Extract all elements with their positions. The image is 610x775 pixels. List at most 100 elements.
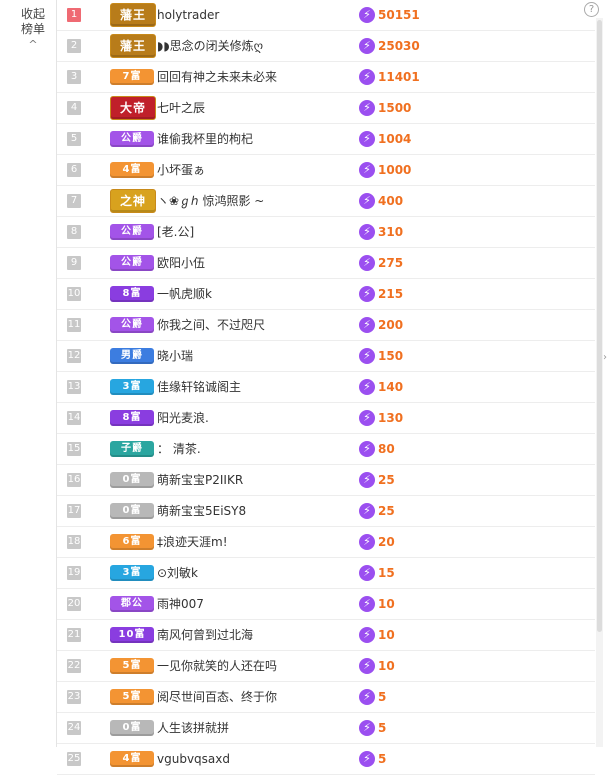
level-badge: 公爵 — [110, 131, 154, 147]
user-name[interactable]: 晓小瑞 — [157, 341, 352, 371]
contribution-value: 275 — [378, 256, 404, 270]
ranking-row[interactable]: 25 4富 vgubvqsaxd ⚡ 5 — [57, 744, 595, 775]
lightning-icon: ⚡ — [359, 720, 375, 736]
rank-number: 11 — [67, 318, 81, 332]
ranking-row[interactable]: 11 公爵 你我之间、不过咫尺 ⚡ 200 — [57, 310, 595, 341]
collapse-label-line1: 收起 — [20, 7, 45, 21]
user-name[interactable]: 佳缘轩铭诚阁主 — [157, 372, 352, 402]
level-badge: 10富 — [110, 627, 154, 643]
lightning-icon: ⚡ — [359, 596, 375, 612]
user-name[interactable]: 你我之间、不过咫尺 — [157, 310, 352, 340]
ranking-row[interactable]: 1 藩王 holytrader ⚡ 50151 — [57, 0, 595, 31]
ranking-row[interactable]: 5 公爵 谁偷我杯里的枸杞 ⚡ 1004 — [57, 124, 595, 155]
contribution-value: 1500 — [378, 101, 412, 115]
rank-number: 19 — [67, 566, 81, 580]
lightning-icon: ⚡ — [359, 410, 375, 426]
rank-number: 25 — [67, 752, 81, 766]
scrollbar-thumb[interactable] — [597, 20, 602, 632]
contribution-value: 10 — [378, 659, 395, 673]
ranking-row[interactable]: 18 6富 ‡浪迹天涯m! ⚡ 20 — [57, 527, 595, 558]
ranking-row[interactable]: 8 公爵 [老.公] ⚡ 310 — [57, 217, 595, 248]
ranking-row[interactable]: 4 大帝 七叶之辰 ⚡ 1500 — [57, 93, 595, 124]
ranking-row[interactable]: 3 7富 回回有神之未来未必来 ⚡ 11401 — [57, 62, 595, 93]
collapse-ranking-button[interactable]: 收起 榜单 ^ — [12, 7, 54, 50]
contribution-value: 10 — [378, 597, 395, 611]
ranking-row[interactable]: 19 3富 ⊙刘敏k ⚡ 15 — [57, 558, 595, 589]
user-name[interactable]: 萌新宝宝5EiSY8 — [157, 496, 352, 526]
user-name[interactable]: 七叶之辰 — [157, 93, 352, 123]
user-name[interactable]: vgubvqsaxd — [157, 744, 352, 774]
user-name[interactable]: 回回有神之未来未必来 — [157, 62, 352, 92]
chevron-up-icon: ^ — [28, 38, 38, 51]
ranking-row[interactable]: 21 10富 南风何曾到过北海 ⚡ 10 — [57, 620, 595, 651]
ranking-row[interactable]: 10 8富 一帆虎顺k ⚡ 215 — [57, 279, 595, 310]
lightning-icon: ⚡ — [359, 472, 375, 488]
user-name[interactable]: 雨神007 — [157, 589, 352, 619]
rank-number: 24 — [67, 721, 81, 735]
user-name[interactable]: [老.公] — [157, 217, 352, 247]
ranking-row[interactable]: 9 公爵 欧阳小伍 ⚡ 275 — [57, 248, 595, 279]
lightning-icon: ⚡ — [359, 224, 375, 240]
ranking-row[interactable]: 7 之神 ヽ❀ℊℎ 惊鸿照影 ~ ⚡ 400 — [57, 186, 595, 217]
user-name[interactable]: ◗◗思念の闭关修炼ღ — [157, 31, 352, 61]
rank-number: 4 — [67, 101, 81, 115]
level-badge: 0富 — [110, 503, 154, 519]
ranking-row[interactable]: 2 藩王 ◗◗思念の闭关修炼ღ ⚡ 25030 — [57, 31, 595, 62]
user-name[interactable]: ： 清茶. — [157, 434, 352, 464]
user-name[interactable]: 一帆虎顺k — [157, 279, 352, 309]
ranking-row[interactable]: 12 男爵 晓小瑞 ⚡ 150 — [57, 341, 595, 372]
user-name[interactable]: 欧阳小伍 — [157, 248, 352, 278]
ranking-row[interactable]: 16 0富 萌新宝宝P2IIKR ⚡ 25 — [57, 465, 595, 496]
contribution-value: 25 — [378, 473, 395, 487]
level-badge: 公爵 — [110, 224, 154, 240]
level-badge: 大帝 — [110, 96, 156, 120]
user-name[interactable]: 一见你就笑的人还在吗 — [157, 651, 352, 681]
contribution-value: 215 — [378, 287, 404, 301]
ranking-row[interactable]: 17 0富 萌新宝宝5EiSY8 ⚡ 25 — [57, 496, 595, 527]
ranking-row[interactable]: 6 4富 小坏蛋ぁ ⚡ 1000 — [57, 155, 595, 186]
user-name[interactable]: 阅尽世间百态、终于你 — [157, 682, 352, 712]
ranking-row[interactable]: 14 8富 阳光麦浪. ⚡ 130 — [57, 403, 595, 434]
user-name[interactable]: ヽ❀ℊℎ 惊鸿照影 ~ — [157, 186, 352, 216]
lightning-icon: ⚡ — [359, 38, 375, 54]
level-badge: 子爵 — [110, 441, 154, 457]
level-badge: 6富 — [110, 534, 154, 550]
user-name[interactable]: 谁偷我杯里的枸杞 — [157, 124, 352, 154]
rank-number: 16 — [67, 473, 81, 487]
contribution-value: 150 — [378, 349, 404, 363]
ranking-row[interactable]: 20 郡公 雨神007 ⚡ 10 — [57, 589, 595, 620]
user-name[interactable]: ‡浪迹天涯m! — [157, 527, 352, 557]
lightning-icon: ⚡ — [359, 255, 375, 271]
ranking-row[interactable]: 24 0富 人生该拼就拼 ⚡ 5 — [57, 713, 595, 744]
level-badge: 藩王 — [110, 3, 156, 27]
level-badge: 4富 — [110, 162, 154, 178]
ranking-row[interactable]: 22 5富 一见你就笑的人还在吗 ⚡ 10 — [57, 651, 595, 682]
rank-number: 6 — [67, 163, 81, 177]
contribution-value: 200 — [378, 318, 404, 332]
chevron-right-icon[interactable]: › — [603, 352, 607, 363]
lightning-icon: ⚡ — [359, 379, 375, 395]
level-badge: 4富 — [110, 751, 154, 767]
ranking-row[interactable]: 13 3富 佳缘轩铭诚阁主 ⚡ 140 — [57, 372, 595, 403]
user-name[interactable]: 小坏蛋ぁ — [157, 155, 352, 185]
lightning-icon: ⚡ — [359, 689, 375, 705]
ranking-row[interactable]: 15 子爵： 清茶. ⚡ 80 — [57, 434, 595, 465]
contribution-value: 1000 — [378, 163, 412, 177]
level-badge: 郡公 — [110, 596, 154, 612]
lightning-icon: ⚡ — [359, 131, 375, 147]
user-name[interactable]: 萌新宝宝P2IIKR — [157, 465, 352, 495]
rank-number: 17 — [67, 504, 81, 518]
ranking-row[interactable]: 23 5富 阅尽世间百态、终于你 ⚡ 5 — [57, 682, 595, 713]
user-name[interactable]: 南风何曾到过北海 — [157, 620, 352, 650]
level-badge: 8富 — [110, 286, 154, 302]
user-name[interactable]: 人生该拼就拼 — [157, 713, 352, 743]
level-badge: 公爵 — [110, 317, 154, 333]
user-name[interactable]: 阳光麦浪. — [157, 403, 352, 433]
user-name[interactable]: ⊙刘敏k — [157, 558, 352, 588]
rank-number: 22 — [67, 659, 81, 673]
user-name[interactable]: holytrader — [157, 0, 352, 30]
lightning-icon: ⚡ — [359, 658, 375, 674]
contribution-value: 1004 — [378, 132, 412, 146]
rank-number: 2 — [67, 39, 81, 53]
lightning-icon: ⚡ — [359, 503, 375, 519]
